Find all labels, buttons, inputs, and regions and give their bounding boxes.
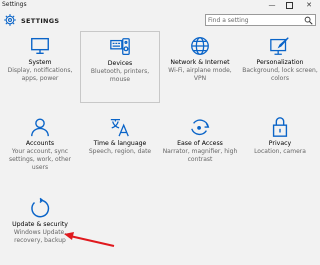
tile-title: Accounts (25, 140, 55, 147)
window-title: Settings (2, 1, 27, 8)
tile-description: Display, notifications, apps, power (7, 67, 73, 82)
tile-description: Your account, sync settings, work, other… (8, 148, 72, 171)
time-language-icon (110, 119, 129, 137)
tile-title: Ease of Access (177, 140, 223, 147)
tile-title: Privacy (268, 140, 292, 147)
tile-title: Personalization (256, 59, 304, 66)
globe-icon (191, 37, 209, 55)
tile-network[interactable]: Network & Internet Wi-Fi, airplane mode,… (160, 31, 240, 103)
search-input[interactable] (208, 15, 298, 25)
maximize-button[interactable] (282, 0, 296, 10)
ease-of-access-icon (191, 119, 210, 135)
tile-devices[interactable]: Devices Bluetooth, printers, mouse (80, 31, 160, 103)
settings-header: SETTINGS (0, 13, 320, 29)
gear-icon (4, 14, 16, 26)
tile-title: Network & Internet (170, 59, 230, 66)
close-button[interactable]: ✕ (302, 0, 316, 10)
tile-ease-of-access[interactable]: Ease of Access Narrator, magnifier, high… (160, 112, 240, 184)
tile-privacy[interactable]: Privacy Location, camera (240, 112, 320, 184)
annotation-arrow-icon (64, 232, 115, 247)
personalization-icon (270, 37, 289, 55)
refresh-icon (31, 197, 50, 218)
tile-description: Background, lock screen, colors (242, 67, 318, 82)
lock-icon (272, 117, 288, 137)
maximize-icon (285, 1, 293, 9)
tile-description: Speech, region, date (88, 148, 152, 155)
tile-title: Devices (107, 60, 133, 67)
minimize-button[interactable]: — (265, 0, 279, 10)
tile-system[interactable]: System Display, notifications, apps, pow… (0, 31, 80, 103)
tile-personalization[interactable]: Personalization Background, lock screen,… (240, 31, 320, 103)
tile-description: Wi-Fi, airplane mode, VPN (168, 67, 232, 82)
tile-description: Bluetooth, printers, mouse (90, 68, 150, 83)
tile-accounts[interactable]: Accounts Your account, sync settings, wo… (0, 112, 80, 184)
person-icon (31, 118, 49, 137)
tile-title: System (28, 59, 52, 66)
monitor-icon (31, 37, 49, 55)
tile-description: Narrator, magnifier, high contrast (162, 148, 238, 163)
title-bar: Settings — ✕ (0, 0, 320, 11)
search-box[interactable] (205, 14, 316, 26)
tile-time-language[interactable]: Time & language Speech, region, date (80, 112, 160, 184)
search-icon[interactable] (304, 16, 313, 25)
tile-description: Location, camera (254, 148, 306, 155)
tile-title: Time & language (93, 140, 147, 147)
page-title: SETTINGS (21, 17, 60, 25)
devices-icon (110, 38, 130, 55)
